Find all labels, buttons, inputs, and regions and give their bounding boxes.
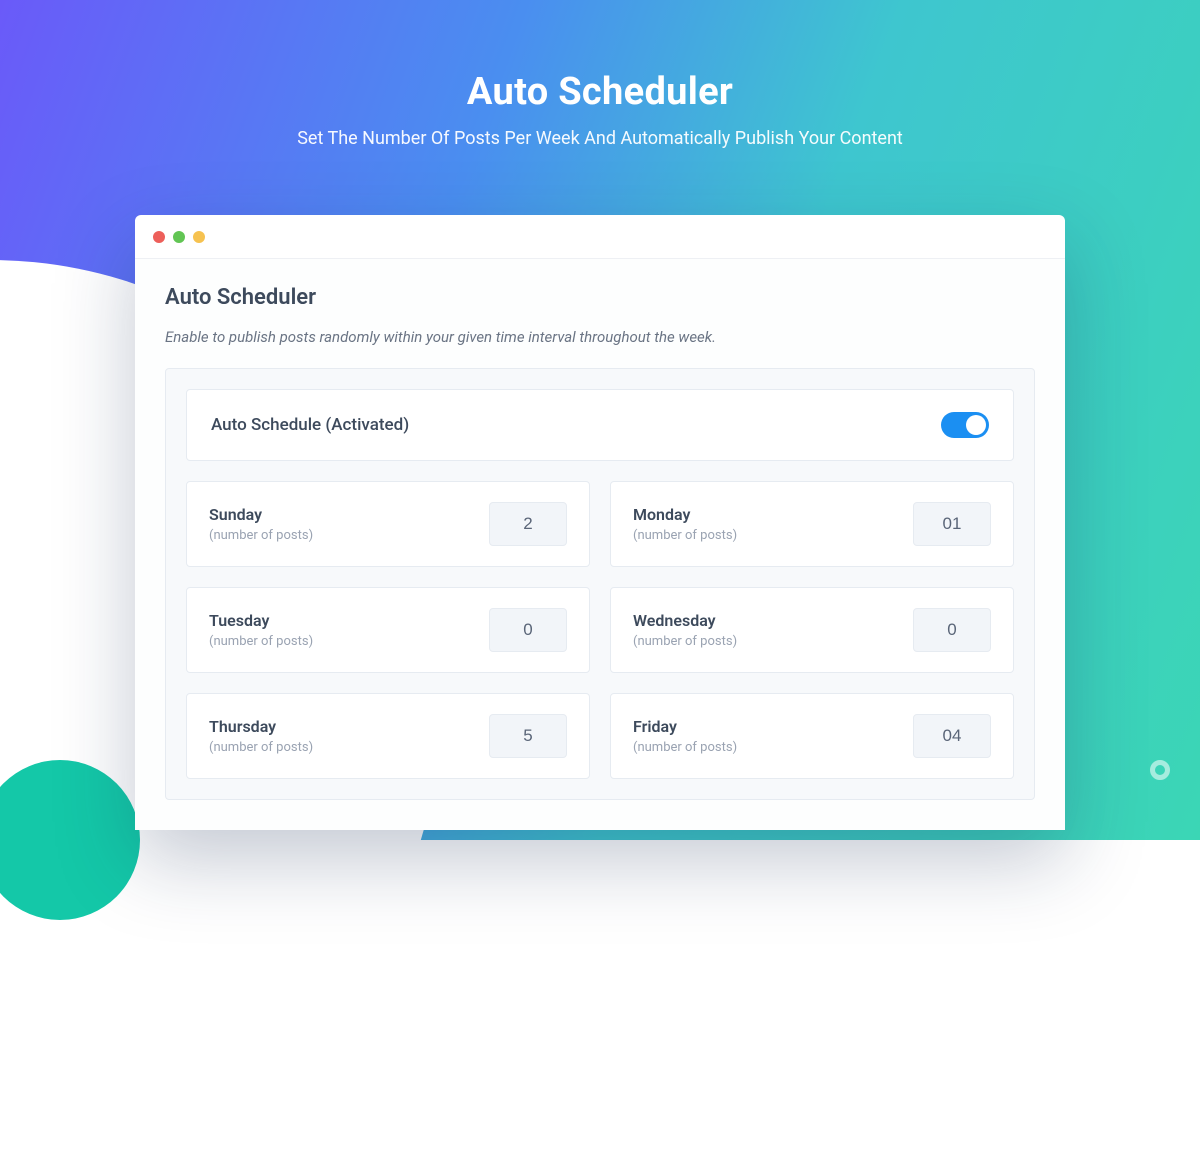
day-card-thursday: Thursday (number of posts)	[186, 693, 590, 779]
days-grid: Sunday (number of posts) Monday (number …	[186, 481, 1014, 779]
toggle-knob-icon	[966, 415, 986, 435]
day-card-wednesday: Wednesday (number of posts)	[610, 587, 1014, 673]
window-close-icon[interactable]	[153, 231, 165, 243]
day-card-tuesday: Tuesday (number of posts)	[186, 587, 590, 673]
auto-schedule-toggle-label: Auto Schedule (Activated)	[211, 415, 409, 435]
day-name: Sunday	[209, 505, 313, 524]
day-sublabel: (number of posts)	[633, 634, 737, 649]
day-card-monday: Monday (number of posts)	[610, 481, 1014, 567]
day-card-sunday: Sunday (number of posts)	[186, 481, 590, 567]
panel: Auto Scheduler Enable to publish posts r…	[135, 259, 1065, 830]
day-card-friday: Friday (number of posts)	[610, 693, 1014, 779]
day-name: Friday	[633, 717, 737, 736]
day-sublabel: (number of posts)	[209, 634, 313, 649]
settings-box: Auto Schedule (Activated) Sunday (number…	[165, 368, 1035, 800]
hero-title: Auto Scheduler	[0, 70, 1200, 114]
window-maximize-icon[interactable]	[193, 231, 205, 243]
app-window: Auto Scheduler Enable to publish posts r…	[135, 215, 1065, 830]
panel-description: Enable to publish posts randomly within …	[165, 328, 1035, 346]
day-value-input-wednesday[interactable]	[913, 608, 991, 652]
day-name: Monday	[633, 505, 737, 524]
window-minimize-icon[interactable]	[173, 231, 185, 243]
day-value-input-thursday[interactable]	[489, 714, 567, 758]
decor-ring-icon	[1150, 760, 1170, 780]
day-sublabel: (number of posts)	[633, 740, 737, 755]
day-value-input-monday[interactable]	[913, 502, 991, 546]
day-sublabel: (number of posts)	[209, 740, 313, 755]
day-name: Tuesday	[209, 611, 313, 630]
day-sublabel: (number of posts)	[209, 528, 313, 543]
auto-schedule-toggle-card: Auto Schedule (Activated)	[186, 389, 1014, 461]
window-titlebar	[135, 215, 1065, 259]
panel-title: Auto Scheduler	[165, 285, 1035, 310]
day-sublabel: (number of posts)	[633, 528, 737, 543]
day-value-input-sunday[interactable]	[489, 502, 567, 546]
hero: Auto Scheduler Set The Number Of Posts P…	[0, 70, 1200, 149]
hero-subtitle: Set The Number Of Posts Per Week And Aut…	[0, 128, 1200, 149]
day-name: Wednesday	[633, 611, 737, 630]
auto-schedule-toggle[interactable]	[941, 412, 989, 438]
day-value-input-tuesday[interactable]	[489, 608, 567, 652]
day-value-input-friday[interactable]	[913, 714, 991, 758]
day-name: Thursday	[209, 717, 313, 736]
